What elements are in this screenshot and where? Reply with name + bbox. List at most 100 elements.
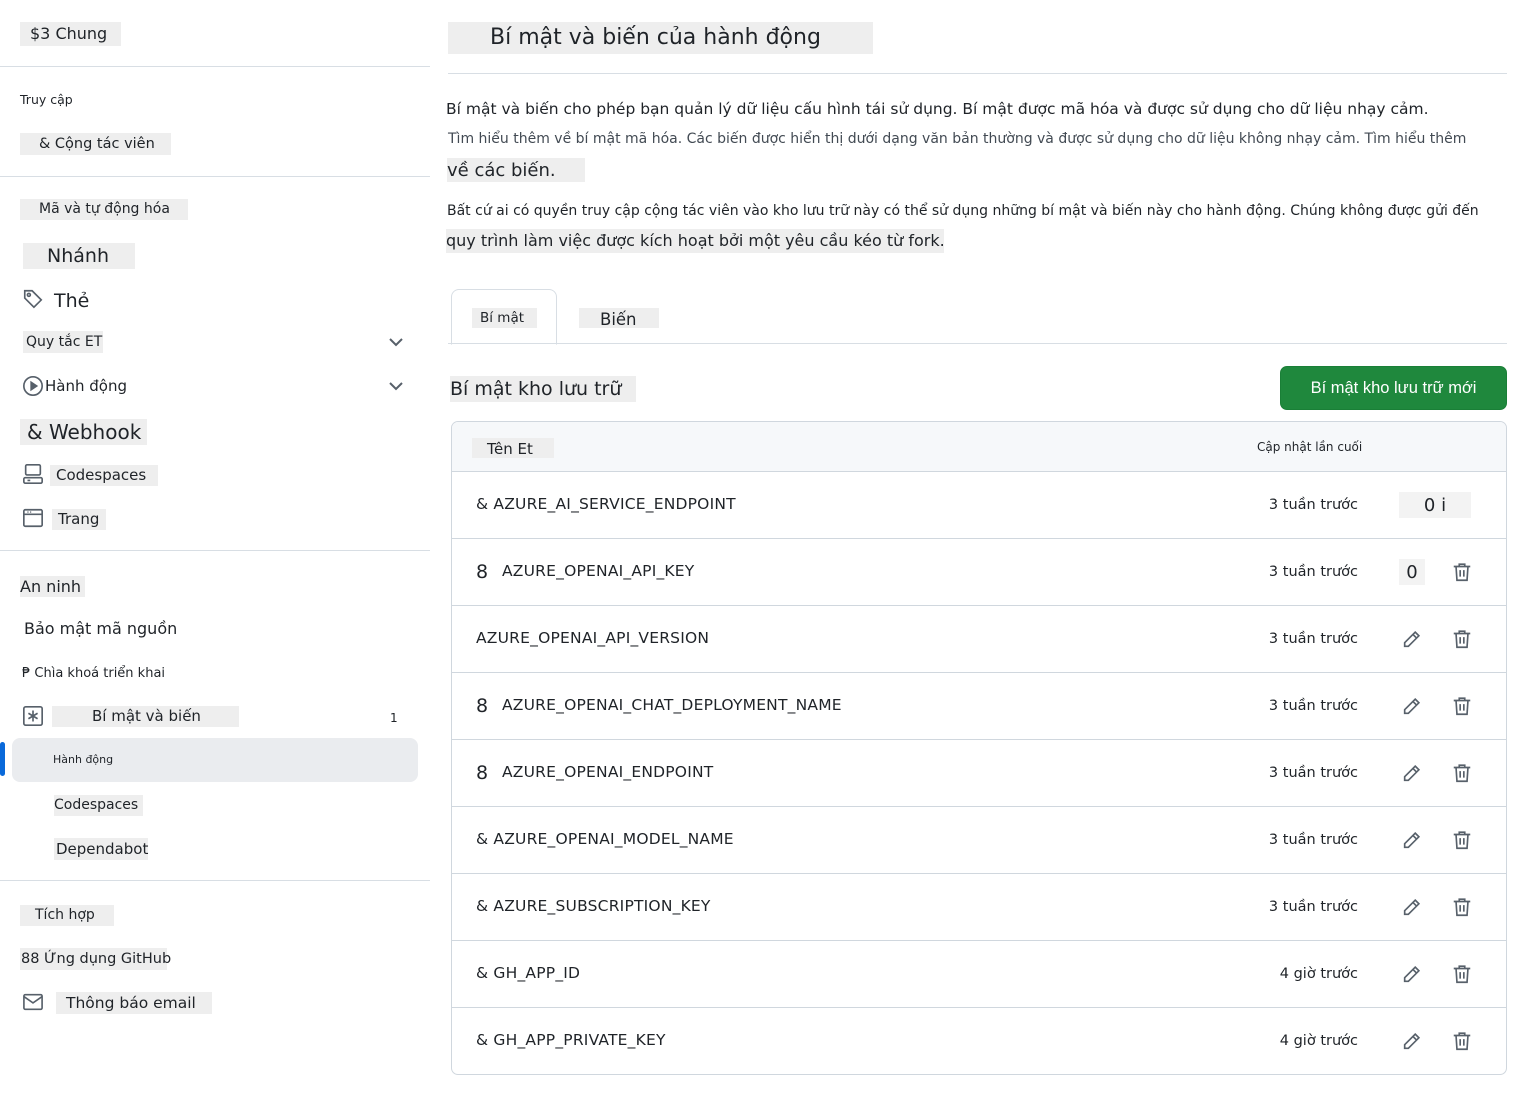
secret-updated: 3 tuần trước	[1268, 698, 1358, 714]
codespaces-icon	[22, 463, 44, 485]
sidebar-item-actions[interactable]: Hành động	[45, 377, 127, 395]
tab-variables[interactable]: Biến	[579, 308, 659, 329]
sidebar-divider	[0, 66, 430, 67]
edit-secret-button[interactable]	[1399, 961, 1425, 987]
secret-updated: 3 tuần trước	[1268, 899, 1358, 915]
sidebar-item-codespaces[interactable]: Codespaces	[50, 465, 158, 486]
secret-icon: 8	[476, 561, 489, 583]
delete-secret-button[interactable]	[1449, 760, 1475, 786]
edit-secret-button[interactable]: 0	[1399, 559, 1425, 585]
secret-updated: 3 tuần trước	[1268, 631, 1358, 647]
title-divider	[448, 73, 1507, 74]
sidebar-item-webhooks[interactable]: & Webhook	[20, 419, 147, 445]
delete-secret-button[interactable]	[1449, 827, 1475, 853]
access-note-line: Bất cứ ai có quyền truy cập cộng tác viê…	[447, 203, 1479, 219]
edit-secret-button[interactable]	[1399, 1028, 1425, 1054]
table-header: Tên Et Cập nhật lần cuối	[452, 422, 1506, 472]
edit-secret-button[interactable]	[1399, 827, 1425, 853]
sidebar-divider	[0, 176, 430, 177]
active-indicator	[0, 742, 5, 776]
delete-secret-button[interactable]	[1449, 626, 1475, 652]
table-row: 8 AZURE_OPENAI_ENDPOINT 3 tuần trước	[452, 740, 1506, 807]
secret-updated: 3 tuần trước	[1268, 497, 1358, 513]
learn-more-variables-link[interactable]: về các biến.	[447, 158, 585, 182]
count-badge: 1	[390, 711, 398, 725]
secret-updated: 3 tuần trước	[1268, 832, 1358, 848]
secret-icon: 8	[476, 762, 489, 784]
sidebar-heading-security: An ninh	[20, 576, 85, 597]
secret-name: & GH_APP_PRIVATE_KEY	[476, 1031, 666, 1049]
chevron-down-icon[interactable]	[386, 332, 406, 352]
mail-icon	[22, 992, 44, 1012]
edit-secret-button[interactable]	[1399, 626, 1425, 652]
sidebar-item-secrets-variables[interactable]: Bí mật và biến	[52, 706, 239, 727]
secret-name: & GH_APP_ID	[476, 964, 581, 982]
play-icon	[22, 375, 44, 397]
section-title: Bí mật kho lưu trữ	[450, 376, 636, 402]
sidebar-item-tags[interactable]: Thẻ	[54, 290, 89, 312]
description-line: Tìm hiểu thêm về bí mật mã hóa. Các biến…	[448, 131, 1467, 147]
table-row: & AZURE_OPENAI_MODEL_NAME 3 tuần trước	[452, 807, 1506, 874]
edit-secret-button[interactable]	[1399, 760, 1425, 786]
chevron-down-icon[interactable]	[386, 376, 406, 396]
table-row: 8 AZURE_OPENAI_CHAT_DEPLOYMENT_NAME 3 tuần…	[452, 673, 1506, 740]
sidebar-item-general[interactable]: $3 Chung	[20, 22, 121, 46]
table-row: & AZURE_AI_SERVICE_ENDPOINT 3 tuần trước 0…	[452, 472, 1506, 539]
access-note-line: quy trình làm việc được kích hoạt bởi mộ…	[446, 229, 945, 253]
delete-secret-button[interactable]	[1449, 1028, 1475, 1054]
secret-updated: 4 giờ trước	[1279, 1033, 1358, 1049]
sidebar-item-email-notifications[interactable]: Thông báo email	[56, 992, 212, 1014]
sidebar-item-deploy-keys[interactable]: ₱ Chìa khoá triển khai	[22, 666, 165, 681]
table-row: & AZURE_SUBSCRIPTION_KEY 3 tuần trước	[452, 874, 1506, 941]
sidebar-subitem-codespaces[interactable]: Codespaces	[54, 795, 143, 816]
tag-icon	[22, 288, 44, 310]
secret-updated: 4 giờ trước	[1279, 966, 1358, 982]
sidebar-item-github-apps[interactable]: 88 Ứng dụng GitHub	[20, 948, 171, 970]
secret-updated: 3 tuần trước	[1268, 564, 1358, 580]
column-header-updated: Cập nhật lần cuối	[1257, 440, 1363, 454]
secret-name: & AZURE_OPENAI_MODEL_NAME	[476, 830, 734, 848]
sidebar-item-branches[interactable]: Nhánh	[23, 243, 135, 269]
tabs-divider	[448, 343, 1507, 344]
new-repository-secret-button[interactable]: Bí mật kho lưu trữ mới	[1280, 366, 1507, 410]
sidebar-subitem-dependabot[interactable]: Dependabot	[54, 838, 148, 860]
secret-name: AZURE_OPENAI_CHAT_DEPLOYMENT_NAME	[502, 696, 842, 714]
delete-secret-button[interactable]	[1449, 559, 1475, 585]
table-row: & GH_APP_PRIVATE_KEY 4 giờ trước	[452, 1008, 1506, 1074]
sidebar-item-code-security[interactable]: Bảo mật mã nguồn	[24, 619, 177, 638]
column-header-name[interactable]: Tên Et	[472, 438, 554, 458]
table-row: 8 AZURE_OPENAI_API_KEY 3 tuần trước 0	[452, 539, 1506, 606]
sidebar-item-collaborators[interactable]: & Cộng tác viên	[20, 133, 171, 155]
sidebar-divider	[0, 880, 430, 881]
delete-secret-button[interactable]	[1449, 961, 1475, 987]
secret-name: AZURE_OPENAI_API_VERSION	[476, 629, 710, 647]
sidebar-divider	[0, 550, 430, 551]
table-row: & GH_APP_ID 4 giờ trước	[452, 941, 1506, 1008]
settings-sidebar: $3 Chung Truy cập & Cộng tác viên Mã và …	[0, 0, 430, 1097]
edit-secret-button[interactable]	[1399, 894, 1425, 920]
secret-icon: 8	[476, 695, 489, 717]
sidebar-heading-integrations: Tích hợp	[20, 905, 114, 926]
secret-name: & AZURE_SUBSCRIPTION_KEY	[476, 897, 711, 915]
delete-secret-button[interactable]	[1449, 894, 1475, 920]
table-row: AZURE_OPENAI_API_VERSION 3 tuần trước	[452, 606, 1506, 673]
asterisk-box-icon	[22, 705, 44, 727]
secret-name: AZURE_OPENAI_API_KEY	[502, 562, 695, 580]
sidebar-heading-code-automation: Mã và tự động hóa	[20, 199, 188, 220]
secret-name: AZURE_OPENAI_ENDPOINT	[502, 763, 714, 781]
browser-icon	[22, 507, 44, 529]
edit-secret-button[interactable]: 0 i	[1399, 492, 1471, 518]
delete-secret-button[interactable]	[1449, 693, 1475, 719]
secret-name: & AZURE_AI_SERVICE_ENDPOINT	[476, 495, 736, 513]
page-title: Bí mật và biến của hành động	[448, 22, 873, 54]
sidebar-heading-access: Truy cập	[20, 92, 73, 107]
tab-secrets-label: Bí mật	[472, 308, 537, 328]
sidebar-item-rules[interactable]: Quy tắc ET	[23, 331, 103, 353]
edit-secret-button[interactable]	[1399, 693, 1425, 719]
description-line: Bí mật và biến cho phép bạn quản lý dữ l…	[446, 100, 1429, 118]
sidebar-subitem-actions[interactable]: Hành động	[53, 753, 113, 766]
tab-secrets[interactable]: Bí mật	[451, 289, 557, 345]
secret-updated: 3 tuần trước	[1268, 765, 1358, 781]
secrets-table: Tên Et Cập nhật lần cuối & AZURE_AI_SERV…	[451, 421, 1507, 1075]
sidebar-item-pages[interactable]: Trang	[52, 509, 106, 530]
